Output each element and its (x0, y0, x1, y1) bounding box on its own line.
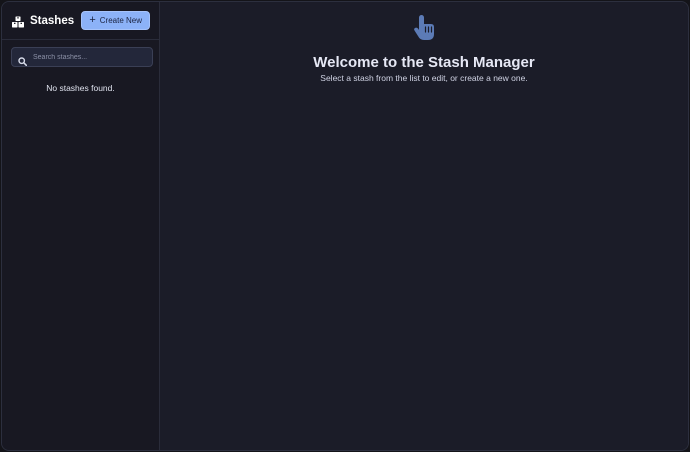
sidebar-title: Stashes (30, 14, 75, 27)
search-input[interactable] (33, 53, 146, 61)
search-icon (18, 53, 28, 66)
welcome-section: Welcome to the Stash Manager Select a st… (160, 14, 688, 83)
create-new-button[interactable]: + Create New (81, 11, 150, 30)
app-window: Stashes + Create New No stashes found. (1, 1, 689, 451)
welcome-title: Welcome to the Stash Manager (313, 54, 535, 71)
create-new-label: Create New (99, 16, 142, 25)
main-panel: Welcome to the Stash Manager Select a st… (160, 2, 688, 450)
brand: Stashes (12, 15, 74, 27)
pointing-hand-icon (411, 14, 437, 42)
boxes-icon (12, 15, 24, 27)
sidebar-header: Stashes + Create New (2, 2, 159, 40)
sidebar: Stashes + Create New No stashes found. (2, 2, 160, 450)
plus-icon: + (89, 13, 96, 26)
welcome-subtitle: Select a stash from the list to edit, or… (320, 73, 528, 83)
search-box[interactable] (11, 47, 153, 67)
empty-stashes-message: No stashes found. (46, 83, 115, 93)
